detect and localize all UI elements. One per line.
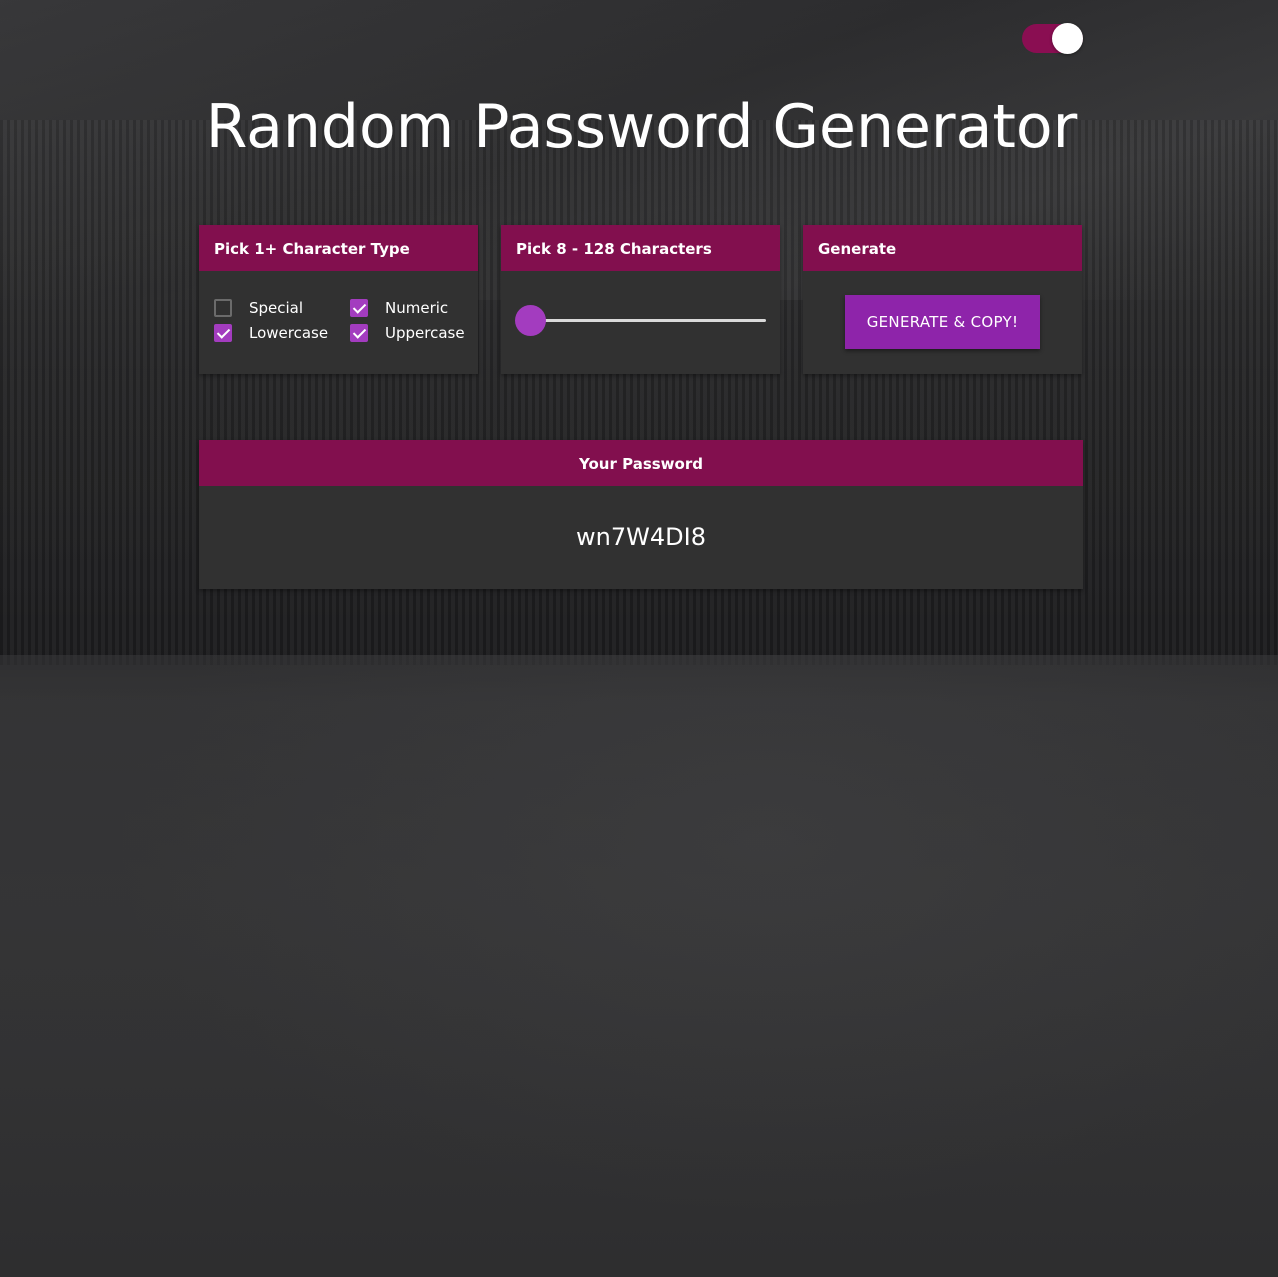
background-snow: [0, 655, 1278, 1277]
length-header: Pick 8 - 128 Characters: [501, 225, 780, 271]
option-label: Special: [249, 299, 304, 317]
option-lowercase[interactable]: Lowercase: [214, 323, 328, 343]
generate-copy-button[interactable]: GENERATE & COPY!: [845, 295, 1040, 349]
length-slider[interactable]: [515, 305, 766, 336]
option-uppercase[interactable]: Uppercase: [350, 323, 465, 343]
option-numeric[interactable]: Numeric: [350, 298, 448, 318]
page-title: Random Password Generator: [205, 92, 1078, 162]
length-card: Pick 8 - 128 Characters: [501, 225, 780, 374]
special-checkbox[interactable]: [214, 299, 232, 317]
numeric-checkbox[interactable]: [350, 299, 368, 317]
theme-toggle[interactable]: [1022, 23, 1083, 54]
option-special[interactable]: Special: [214, 298, 303, 318]
option-label: Lowercase: [249, 324, 329, 342]
slider-thumb[interactable]: [515, 305, 546, 336]
character-type-header: Pick 1+ Character Type: [199, 225, 478, 271]
option-label: Uppercase: [385, 324, 465, 342]
lowercase-checkbox[interactable]: [214, 324, 232, 342]
password-card: Your Password wn7W4DI8: [199, 440, 1083, 589]
page: Random Password Generator Pick 1+ Charac…: [0, 0, 1278, 1277]
option-label: Numeric: [385, 299, 449, 317]
generate-header: Generate: [803, 225, 1082, 271]
generate-card: Generate GENERATE & COPY!: [803, 225, 1082, 374]
password-output: wn7W4DI8: [576, 523, 706, 551]
password-header: Your Password: [199, 440, 1083, 486]
uppercase-checkbox[interactable]: [350, 324, 368, 342]
character-type-card: Pick 1+ Character Type Special Numeric L…: [199, 225, 478, 374]
toggle-knob: [1052, 23, 1083, 54]
